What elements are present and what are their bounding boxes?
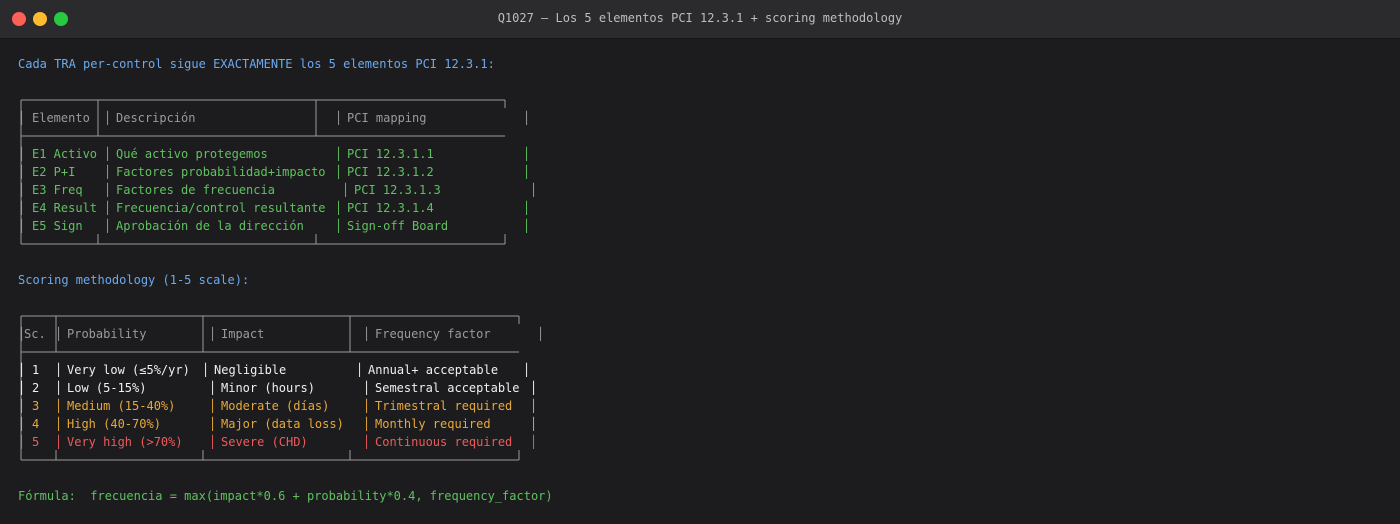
window-title: Q1027 — Los 5 elementos PCI 12.3.1 + sco… bbox=[497, 11, 903, 25]
table-row: │ 1 │ Very low (≤5%/yr) │ Negligible │ A… bbox=[18, 363, 531, 377]
header-score: Sc. bbox=[24, 327, 46, 341]
title-bar: Q1027 — Los 5 elementos PCI 12.3.1 + sco… bbox=[0, 0, 1400, 39]
table-row: │ 4 │ High (40-70%) │ Major (data loss) … bbox=[18, 417, 538, 431]
header-frequency-factor: Frequency factor bbox=[375, 327, 491, 341]
terminal-output: Cada TRA per-control sigue EXACTAMENTE l… bbox=[0, 38, 1400, 524]
scoring-header-row: │ Sc. │ Probability │ Impact │ Frequency… bbox=[18, 327, 545, 341]
table-row: │ 2 │ Low (5-15%) │ Minor (hours) │ Seme… bbox=[18, 381, 538, 395]
table-row: │ 3 │ Medium (15-40%) │ Moderate (días) … bbox=[18, 399, 538, 413]
header-impact: Impact bbox=[221, 327, 265, 341]
table-row: │ 5 │ Very high (>70%) │ Severe (CHD) │ … bbox=[18, 435, 538, 449]
formula-line: Fórmula: frecuencia = max(impact*0.6 + p… bbox=[18, 489, 553, 503]
header-probability: Probability bbox=[67, 327, 147, 341]
scoring-table-frame bbox=[20, 315, 520, 461]
terminal-window: Q1027 — Los 5 elementos PCI 12.3.1 + sco… bbox=[0, 0, 1400, 524]
